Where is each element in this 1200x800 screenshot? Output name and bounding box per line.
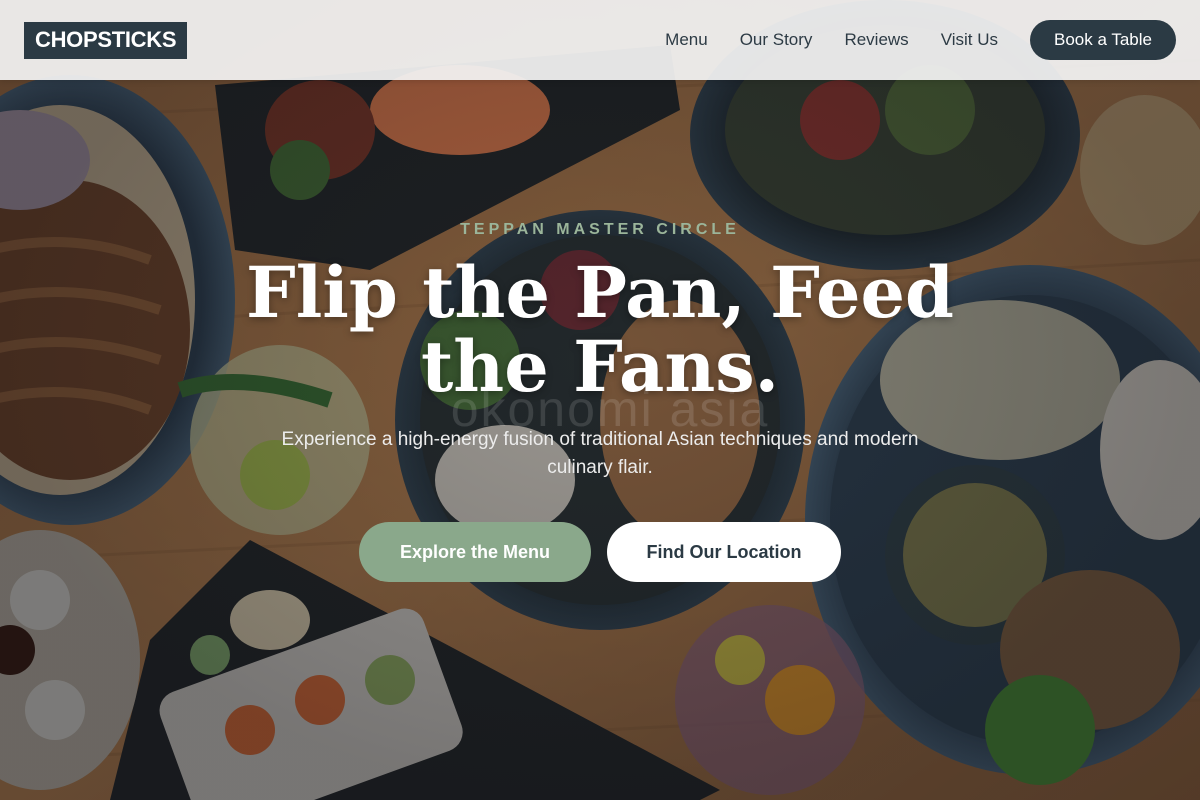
book-a-table-button[interactable]: Book a Table	[1030, 20, 1176, 60]
find-location-button[interactable]: Find Our Location	[607, 522, 841, 582]
main-nav: Menu Our Story Reviews Visit Us Book a T…	[633, 20, 1176, 60]
hero-cta-group: Explore the Menu Find Our Location	[0, 522, 1200, 582]
nav-link-reviews[interactable]: Reviews	[844, 30, 908, 50]
hero-eyebrow: TEPPAN MASTER CIRCLE	[460, 221, 740, 238]
hero-subtext: Experience a high-energy fusion of tradi…	[281, 429, 919, 478]
hero-headline: Flip the Pan, Feed the Fans.	[246, 251, 954, 408]
site-header: CHOPSTICKS Menu Our Story Reviews Visit …	[0, 0, 1200, 80]
nav-link-our-story[interactable]: Our Story	[740, 30, 813, 50]
hero-section: okonomi asia TEPPAN MASTER CIRCLE Flip t…	[0, 80, 1200, 800]
brand-logo[interactable]: CHOPSTICKS	[24, 21, 188, 59]
nav-link-menu[interactable]: Menu	[665, 30, 708, 50]
explore-menu-button[interactable]: Explore the Menu	[359, 522, 591, 582]
nav-link-visit-us[interactable]: Visit Us	[941, 30, 998, 50]
